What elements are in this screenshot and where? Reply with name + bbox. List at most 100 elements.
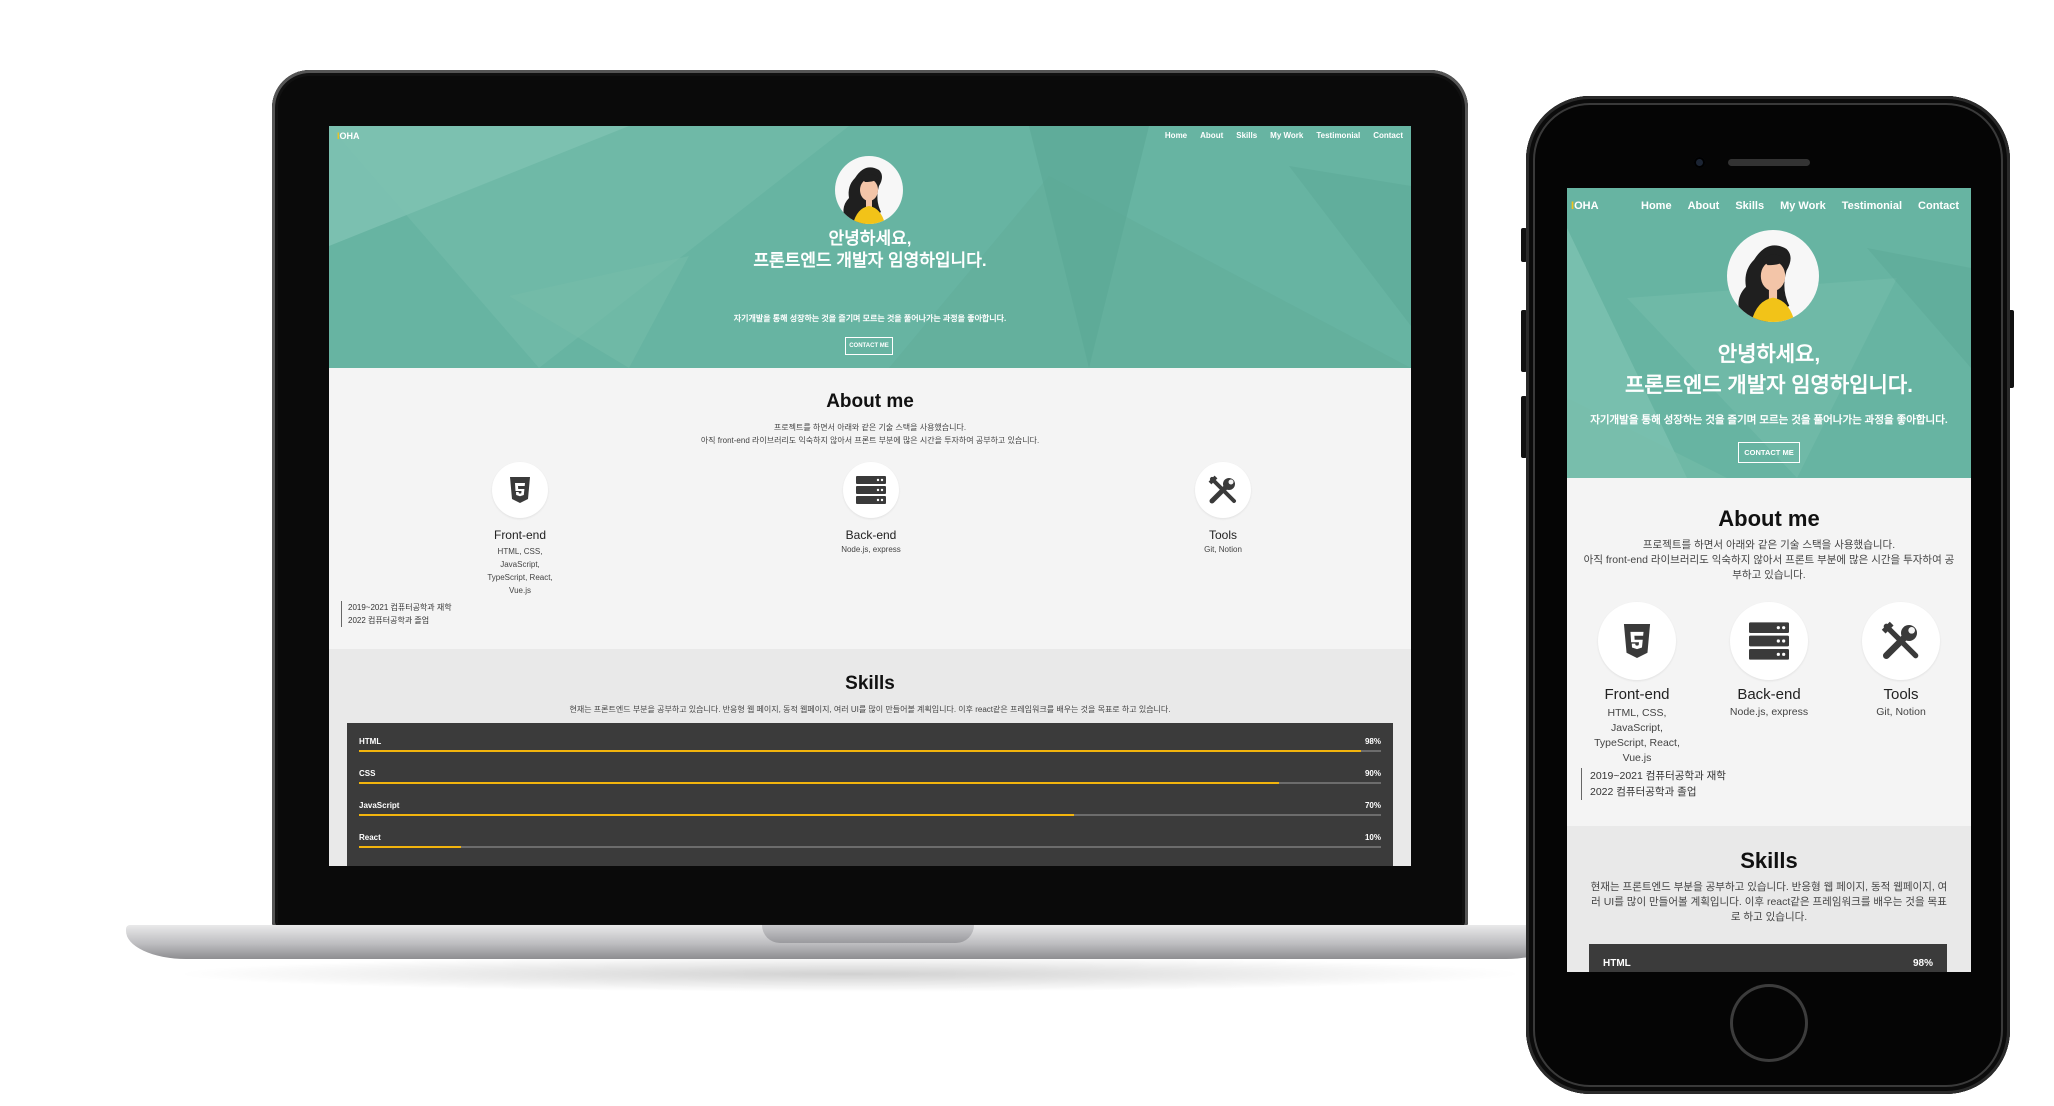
- skill-bar-label: HTML: [359, 737, 382, 746]
- education-history: 2019~2021 컴퓨터공학과 재학 2022 컴퓨터공학과 졸업: [341, 601, 452, 627]
- hero-section: IOHA Home About Skills My Work Testimoni…: [1567, 188, 1971, 478]
- about-desc-line-2: 아직 front-end 라이브러리도 익숙하지 않아서 프론트 부분에 많은 …: [1583, 554, 1955, 581]
- education-item: 2019~2021 컴퓨터공학과 재학: [1590, 770, 1726, 782]
- avatar: [835, 156, 903, 224]
- site-logo[interactable]: IOHA: [337, 131, 360, 141]
- skill-bar-fill: [359, 782, 1279, 784]
- tools-icon: [1208, 475, 1236, 504]
- avatar-illustration: [843, 167, 885, 224]
- hero-line-1: 안녕하세요,: [828, 229, 912, 248]
- skill-bar-percent: 90%: [1364, 769, 1381, 778]
- about-desc-line-1: 프로젝트를 하면서 아래와 같은 기술 스택을 사용했습니다.: [773, 423, 967, 432]
- skill-tools-tech: Git, Notion: [1876, 706, 1926, 718]
- skill-backend-circle: [843, 462, 899, 518]
- skills-section: Skills 현재는 프론트엔드 부분을 공부하고 있습니다. 반응형 웹 페이…: [1567, 826, 1971, 972]
- nav-about[interactable]: About: [1200, 131, 1223, 140]
- skill-bar-label: CSS: [359, 769, 376, 778]
- skill-tools-name: Tools: [1883, 686, 1919, 703]
- nav-bar: Home About Skills My Work Testimonial Co…: [1165, 131, 1403, 140]
- skill-bar-label: HTML: [1603, 958, 1631, 969]
- logo-text: OHA: [1574, 200, 1599, 212]
- nav-contact[interactable]: Contact: [1373, 131, 1403, 140]
- about-title: About me: [826, 391, 914, 412]
- skills-title: Skills: [845, 673, 895, 694]
- hero-line-2: 프론트엔드 개발자 임영하입니다.: [1625, 374, 1913, 397]
- skill-frontend: Front-end HTML, CSS, JavaScript, TypeScr…: [1575, 602, 1699, 766]
- skill-tools-circle: [1195, 462, 1251, 518]
- about-desc-line-2: 아직 front-end 라이브러리도 익숙하지 않아서 프론트 부분에 많은 …: [700, 436, 1040, 445]
- skill-bar-fill: [359, 750, 1361, 752]
- phone-screen: IOHA Home About Skills My Work Testimoni…: [1567, 188, 1971, 972]
- skill-bar-fill: [359, 814, 1075, 816]
- hero-subtitle: 자기개발을 통해 성장하는 것을 즐기며 모르는 것을 풀어나가는 과정을 좋아…: [1590, 414, 1948, 426]
- skill-bar-percent: 70%: [1364, 801, 1381, 810]
- skills-description: 현재는 프론트엔드 부분을 공부하고 있습니다. 반응형 웹 페이지, 동적 웹…: [569, 705, 1171, 714]
- skill-backend-name: Back-end: [845, 528, 897, 542]
- nav-testimonial[interactable]: Testimonial: [1316, 131, 1360, 140]
- nav-about[interactable]: About: [1688, 200, 1720, 212]
- skill-frontend: Front-end HTML, CSS, JavaScript, TypeScr…: [460, 462, 580, 597]
- nav-skills[interactable]: Skills: [1236, 131, 1257, 140]
- skill-bars-panel: HTML 98%: [1589, 944, 1947, 972]
- hero-greeting: 안녕하세요, 프론트엔드 개발자 임영하입니다.: [1567, 339, 1971, 401]
- skills-section: Skills 현재는 프론트엔드 부분을 공부하고 있습니다. 반응형 웹 페이…: [329, 649, 1411, 866]
- laptop-notch: [762, 925, 974, 943]
- skills-title: Skills: [1740, 848, 1798, 873]
- skill-tools-tech: Git, Notion: [1204, 545, 1242, 554]
- skill-bars-panel: HTML 98% CSS 90% JavaScript 70% React 10…: [347, 723, 1393, 866]
- contact-me-button[interactable]: CONTACT ME: [845, 337, 893, 355]
- skill-backend: Back-end Node.js, express: [811, 462, 931, 554]
- nav-skills[interactable]: Skills: [1735, 200, 1764, 212]
- skill-tools-circle: [1862, 602, 1940, 680]
- about-description: 프로젝트를 하면서 아래와 같은 기술 스택을 사용했습니다. 아직 front…: [1579, 538, 1959, 583]
- skill-bar-html: HTML 98%: [359, 737, 1381, 753]
- phone-camera: [1694, 157, 1705, 168]
- server-icon: [856, 476, 886, 504]
- skill-tools: Tools Git, Notion: [1839, 602, 1963, 718]
- nav-testimonial[interactable]: Testimonial: [1842, 200, 1902, 212]
- skill-frontend-name: Front-end: [493, 528, 547, 542]
- avatar: [1727, 230, 1819, 322]
- hero-line-1: 안녕하세요,: [1717, 343, 1821, 366]
- nav-my-work[interactable]: My Work: [1780, 200, 1826, 212]
- skill-bar-label: React: [359, 833, 381, 842]
- nav-bar: Home About Skills My Work Testimonial Co…: [1641, 200, 1959, 212]
- nav-contact[interactable]: Contact: [1918, 200, 1959, 212]
- skill-frontend-name: Front-end: [1604, 686, 1670, 703]
- hero-line-2: 프론트엔드 개발자 임영하입니다.: [753, 251, 987, 270]
- about-title: About me: [1718, 506, 1820, 531]
- about-description: 프로젝트를 하면서 아래와 같은 기술 스택을 사용했습니다. 아직 front…: [329, 421, 1411, 447]
- skill-frontend-tech: HTML, CSS, JavaScript, TypeScript, React…: [487, 547, 553, 595]
- skill-backend-name: Back-end: [1737, 686, 1801, 703]
- html5-icon: [1623, 624, 1651, 658]
- skill-bar-react: React 10%: [359, 833, 1381, 849]
- skill-backend-circle: [1730, 602, 1808, 680]
- skill-bar-percent: 10%: [1364, 833, 1381, 842]
- skill-backend-tech: Node.js, express: [841, 545, 901, 554]
- avatar-illustration: [1738, 245, 1795, 322]
- skill-bar-track: [359, 846, 1381, 848]
- logo-text: OHA: [339, 131, 360, 141]
- nav-home[interactable]: Home: [1641, 200, 1672, 212]
- skill-bar-track: [359, 782, 1381, 784]
- skill-backend: Back-end Node.js, express: [1707, 602, 1831, 718]
- skill-bar-javascript: JavaScript 70%: [359, 801, 1381, 817]
- skill-backend-tech: Node.js, express: [1729, 706, 1809, 718]
- phone-home-button[interactable]: [1730, 984, 1808, 1062]
- skill-bar-percent: 98%: [1912, 958, 1933, 969]
- skill-bar-html: HTML 98%: [1603, 958, 1933, 972]
- skills-description: 현재는 프론트엔드 부분을 공부하고 있습니다. 반응형 웹 페이지, 동적 웹…: [1590, 881, 1948, 923]
- laptop-shadow: [170, 956, 1530, 992]
- education-item: 2022 컴퓨터공학과 졸업: [348, 616, 430, 625]
- nav-my-work[interactable]: My Work: [1270, 131, 1303, 140]
- laptop-screen: IOHA Home About Skills My Work Testimoni…: [329, 126, 1411, 866]
- nav-home[interactable]: Home: [1165, 131, 1187, 140]
- html5-icon: [510, 477, 530, 503]
- about-desc-line-1: 프로젝트를 하면서 아래와 같은 기술 스택을 사용했습니다.: [1642, 539, 1896, 551]
- site-logo[interactable]: IOHA: [1571, 200, 1599, 212]
- education-item: 2022 컴퓨터공학과 졸업: [1590, 786, 1697, 798]
- contact-me-button[interactable]: CONTACT ME: [1738, 442, 1800, 463]
- education-item: 2019~2021 컴퓨터공학과 재학: [348, 603, 452, 612]
- skill-frontend-circle: [492, 462, 548, 518]
- skill-frontend-tech: HTML, CSS, JavaScript, TypeScript, React…: [1594, 707, 1680, 764]
